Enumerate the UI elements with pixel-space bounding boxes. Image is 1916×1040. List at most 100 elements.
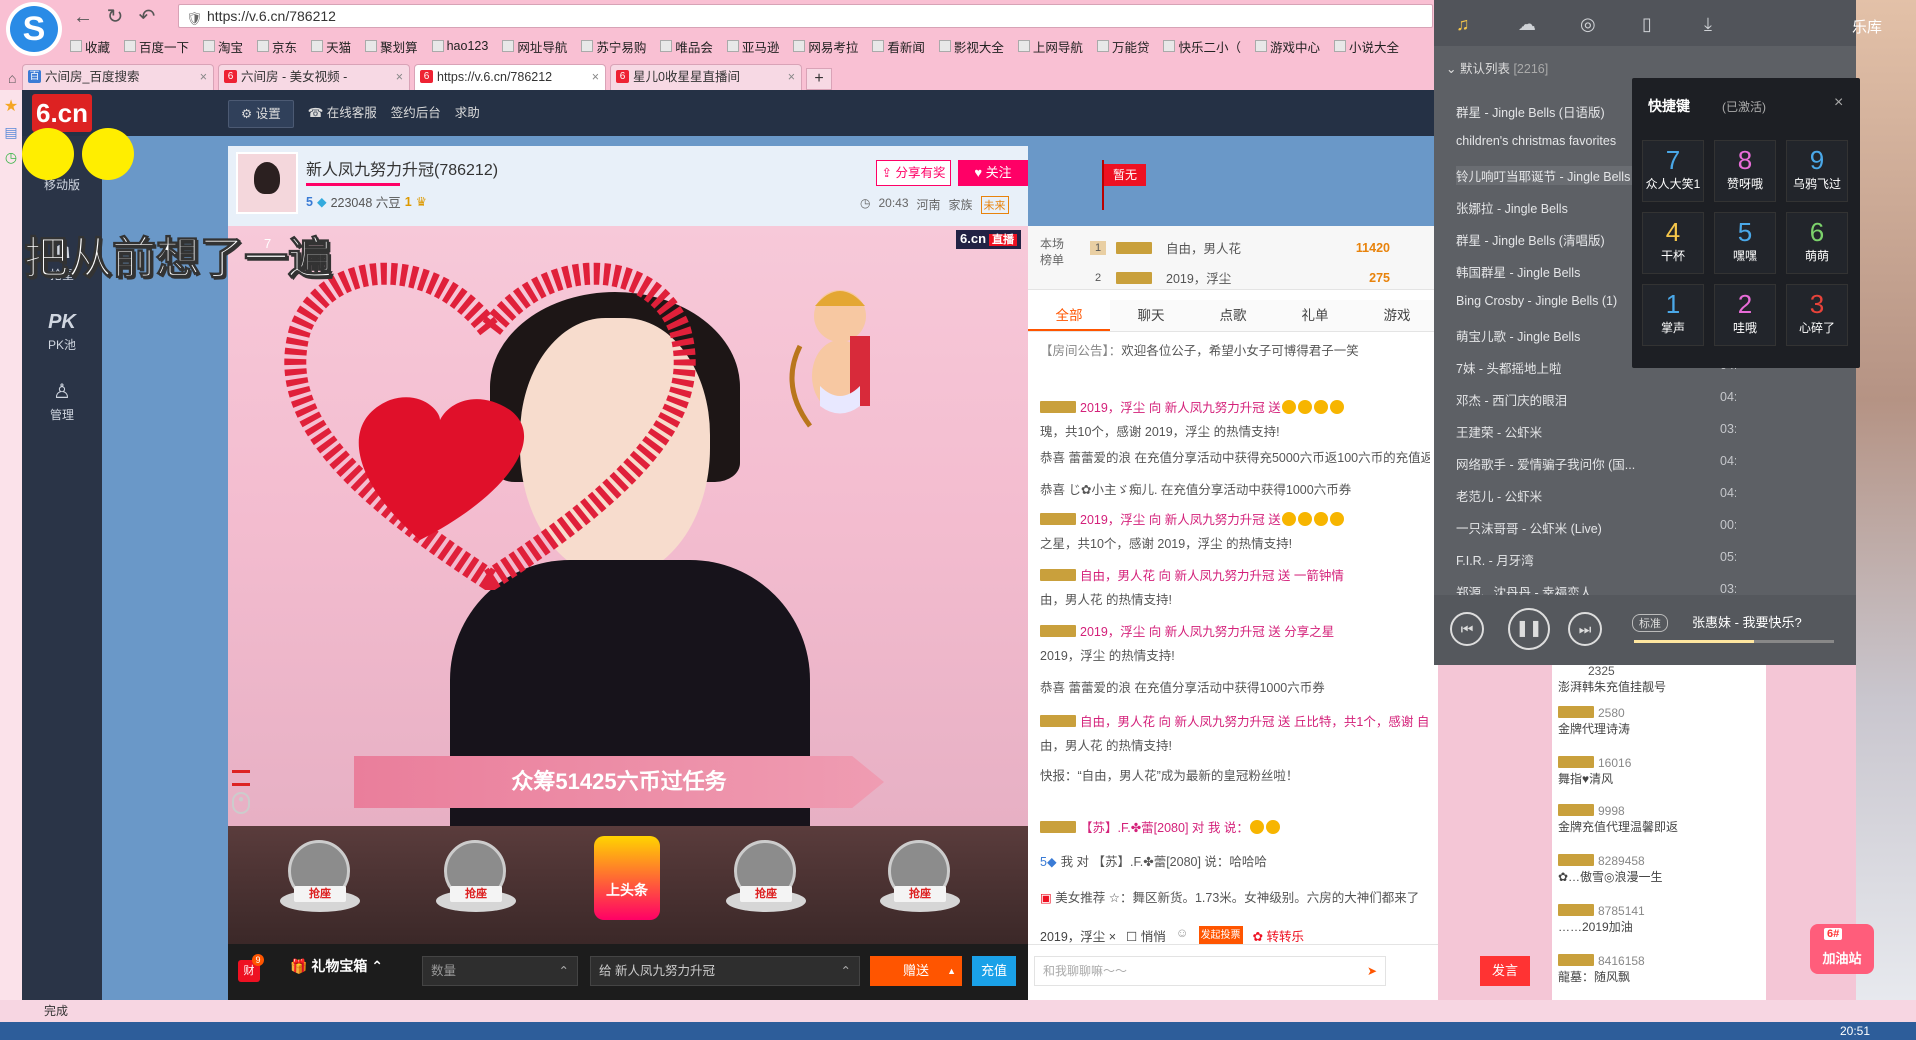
browser-tab[interactable]: 百六间房_百度搜索 ×: [22, 64, 214, 90]
tab-gift[interactable]: 礼单: [1274, 300, 1356, 331]
close-icon[interactable]: ×: [1834, 94, 1843, 112]
audience-item[interactable]: 2325 澎湃韩朱充值挂靓号: [1558, 664, 1758, 695]
playlist-header[interactable]: ⌄ 默认列表 [2216]: [1446, 58, 1548, 77]
page-icon[interactable]: ▤: [0, 124, 22, 141]
bookmark-item[interactable]: 唯品会: [660, 36, 713, 56]
seat-slot[interactable]: 抢座: [280, 840, 360, 920]
bookmark-item[interactable]: 京东: [257, 36, 297, 56]
hotkey-item[interactable]: 2 哇哦: [1714, 284, 1776, 346]
charge-button[interactable]: 充值: [972, 956, 1016, 986]
bookmark-item[interactable]: hao123: [431, 36, 488, 56]
bookmark-item[interactable]: 苏宁易购: [581, 36, 646, 56]
browser-tab[interactable]: 6 星儿0收星星直播间 ×: [610, 64, 802, 90]
quality-select[interactable]: 标准: [1632, 614, 1668, 632]
music-library-tab[interactable]: 乐库: [1852, 16, 1882, 37]
gift-box-button[interactable]: 🎁 礼物宝箱 ⌃: [290, 956, 383, 976]
send-chat-button[interactable]: 发言: [1480, 956, 1530, 986]
undo-icon[interactable]: ↶: [134, 6, 160, 28]
bookmark-item[interactable]: 网易考拉: [793, 36, 858, 56]
close-icon[interactable]: ×: [592, 65, 599, 89]
task-banner[interactable]: 众筹51425六币过任务: [354, 756, 884, 808]
tab-song[interactable]: 点歌: [1192, 300, 1274, 331]
hotkey-item[interactable]: 1 掌声: [1642, 284, 1704, 346]
headline-button[interactable]: 上头条: [594, 836, 660, 920]
tab-all[interactable]: 全部: [1028, 300, 1110, 331]
bookmark-item[interactable]: 百度一下: [124, 36, 189, 56]
rank-row[interactable]: 2 2019，浮尘 275: [1090, 268, 1390, 287]
chat-target[interactable]: 2019，浮尘 ×: [1040, 926, 1116, 945]
rank-label[interactable]: 本场榜单: [1040, 236, 1068, 268]
hotkey-item[interactable]: 7 众人大笑1: [1642, 140, 1704, 202]
support-link[interactable]: ☎ 在线客服: [308, 100, 377, 128]
song-item[interactable]: 邓杰 - 西门庆的眼泪 04:16: [1456, 390, 1736, 409]
bookmark-item[interactable]: 天猫: [311, 36, 351, 56]
site-logo[interactable]: 6.cn: [32, 94, 92, 132]
bookmark-item[interactable]: 万能贷: [1096, 36, 1149, 56]
playback-progress[interactable]: [1634, 640, 1834, 643]
close-icon[interactable]: ×: [200, 65, 207, 89]
song-item[interactable]: 一只沫哥哥 - 公虾米 (Live) 00:14: [1456, 518, 1736, 537]
recipient-select[interactable]: 给 新人凤九努力升冠 ⌃: [590, 956, 860, 986]
turn-button[interactable]: ✿ 转转乐: [1253, 926, 1304, 945]
audience-item[interactable]: 8416158 龍墓：随风飘: [1558, 954, 1758, 985]
browser-tab-active[interactable]: 6 https://v.6.cn/786212 ×: [414, 64, 606, 90]
song-item[interactable]: 老范儿 - 公虾米 04:05: [1456, 486, 1736, 505]
hotkey-item[interactable]: 4 干杯: [1642, 212, 1704, 274]
bookmark-item[interactable]: 影视大全: [938, 36, 1004, 56]
settings-button[interactable]: ⚙ 设置: [228, 100, 294, 128]
bookmark-item[interactable]: 亚马逊: [726, 36, 779, 56]
next-icon[interactable]: ⏭: [1568, 612, 1602, 646]
bookmark-item[interactable]: 网址导航: [502, 36, 567, 56]
hotkey-item[interactable]: 3 心碎了: [1786, 284, 1848, 346]
bookmark-item[interactable]: 看新闻: [872, 36, 925, 56]
flag-badge[interactable]: 暂无: [1104, 164, 1146, 186]
seat-slot[interactable]: 抢座: [726, 840, 806, 920]
emoji-icon[interactable]: ☺: [1176, 926, 1189, 945]
follow-button[interactable]: ♥ 关注: [958, 160, 1028, 186]
browser-logo[interactable]: S: [6, 2, 62, 56]
hotkey-item[interactable]: 5 嘿嘿: [1714, 212, 1776, 274]
bookmark-item[interactable]: 收藏: [70, 36, 110, 56]
family-badge[interactable]: 未来: [980, 196, 1009, 214]
hotkey-item[interactable]: 8 赞呀哦: [1714, 140, 1776, 202]
hotkey-item[interactable]: 9 乌鸦飞过: [1786, 140, 1848, 202]
close-icon[interactable]: ×: [396, 65, 403, 89]
pause-icon[interactable]: ❚❚: [1508, 608, 1550, 650]
song-item[interactable]: 王建荣 - 公虾米 03:33: [1456, 422, 1736, 441]
seat-slot[interactable]: 抢座: [436, 840, 516, 920]
new-tab-button[interactable]: +: [806, 68, 832, 90]
song-item[interactable]: F.I.R. - 月牙湾 05:08: [1456, 550, 1736, 569]
music-note-icon[interactable]: ♫: [1456, 14, 1470, 35]
send-arrow-icon[interactable]: ➤: [1367, 957, 1377, 985]
chat-input[interactable]: 和我聊聊嘛～～ ➤: [1034, 956, 1386, 986]
tab-chat[interactable]: 聊天: [1110, 300, 1192, 331]
home-icon[interactable]: ⌂: [8, 66, 22, 90]
audience-item[interactable]: 8289458 ✿…傲雪◎浪漫一生: [1558, 854, 1758, 885]
bookmark-item[interactable]: 快乐二小（: [1163, 36, 1241, 56]
cloud-icon[interactable]: ☁: [1518, 14, 1536, 35]
browser-tab[interactable]: 6 六间房 - 美女视频 - ×: [218, 64, 410, 90]
audience-item[interactable]: 2580 金牌代理诗涛: [1558, 706, 1758, 737]
mic-icon[interactable]: ●: [232, 792, 250, 814]
avatar[interactable]: [236, 152, 298, 214]
clock-icon[interactable]: ◷: [0, 149, 22, 166]
tab-game[interactable]: 游戏: [1356, 300, 1438, 331]
audience-item[interactable]: 9998 金牌充值代理温馨即返: [1558, 804, 1758, 835]
bookmark-item[interactable]: 淘宝: [203, 36, 243, 56]
refresh-icon[interactable]: ↻: [102, 6, 128, 28]
menu-icon[interactable]: [232, 770, 250, 786]
radio-icon[interactable]: ◎: [1580, 14, 1596, 35]
song-item[interactable]: 网络歌手 - 爱情骗子我问你 (国... 04:11: [1456, 454, 1736, 473]
sign-link[interactable]: 签约后台: [391, 100, 441, 128]
download-icon[interactable]: ⤓: [1704, 14, 1712, 35]
gas-station-button[interactable]: 6# 加油站: [1810, 924, 1874, 974]
audience-item[interactable]: 8785141 ……2019加油: [1558, 904, 1758, 935]
share-button[interactable]: ⇪ 分享有奖: [876, 160, 951, 186]
audience-item[interactable]: 16016 舞指♥清风: [1558, 756, 1758, 787]
bookmark-item[interactable]: 上网导航: [1017, 36, 1083, 56]
nav-item-pk[interactable]: PK PK池: [22, 296, 102, 366]
vote-button[interactable]: 发起投票: [1198, 926, 1243, 945]
help-link[interactable]: 求助: [455, 100, 480, 128]
seat-slot[interactable]: 抢座: [880, 840, 960, 920]
phone-icon[interactable]: ▯: [1642, 14, 1652, 35]
